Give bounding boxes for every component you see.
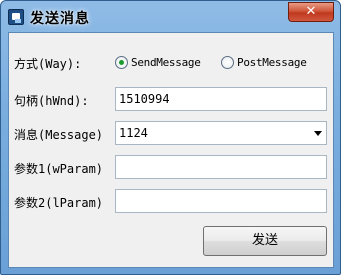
close-button[interactable]: ✕ [288, 2, 334, 22]
wparam-input[interactable] [115, 155, 327, 179]
radio-postmessage-label[interactable]: PostMessage [237, 56, 307, 69]
radio-postmessage[interactable] [221, 56, 234, 69]
title-bar[interactable]: 发送消息 ✕ [1, 1, 340, 31]
dialog-window: 发送消息 ✕ 方式(Way): SendMessage PostMessage … [0, 0, 341, 275]
way-label: 方式(Way): [14, 57, 82, 71]
message-combobox[interactable]: 1124 [115, 121, 327, 145]
wparam-label: 参数1(wParam) [14, 162, 104, 176]
radio-sendmessage-label[interactable]: SendMessage [131, 56, 201, 69]
radio-sendmessage[interactable] [115, 56, 128, 69]
app-window-icon [8, 9, 24, 25]
hwnd-label: 句柄(hWnd): [14, 94, 89, 108]
hwnd-input[interactable]: 1510994 [115, 87, 327, 111]
lparam-label: 参数2(lParam) [14, 196, 104, 210]
close-icon: ✕ [305, 4, 317, 19]
dialog-body: 方式(Way): SendMessage PostMessage 句柄(hWnd… [8, 32, 334, 268]
chevron-down-icon[interactable] [314, 131, 322, 136]
message-label: 消息(Message) [14, 128, 104, 142]
window-title: 发送消息 [30, 11, 90, 27]
message-combobox-value: 1124 [119, 126, 148, 140]
lparam-input[interactable] [115, 189, 327, 213]
send-button[interactable]: 发送 [203, 226, 327, 256]
